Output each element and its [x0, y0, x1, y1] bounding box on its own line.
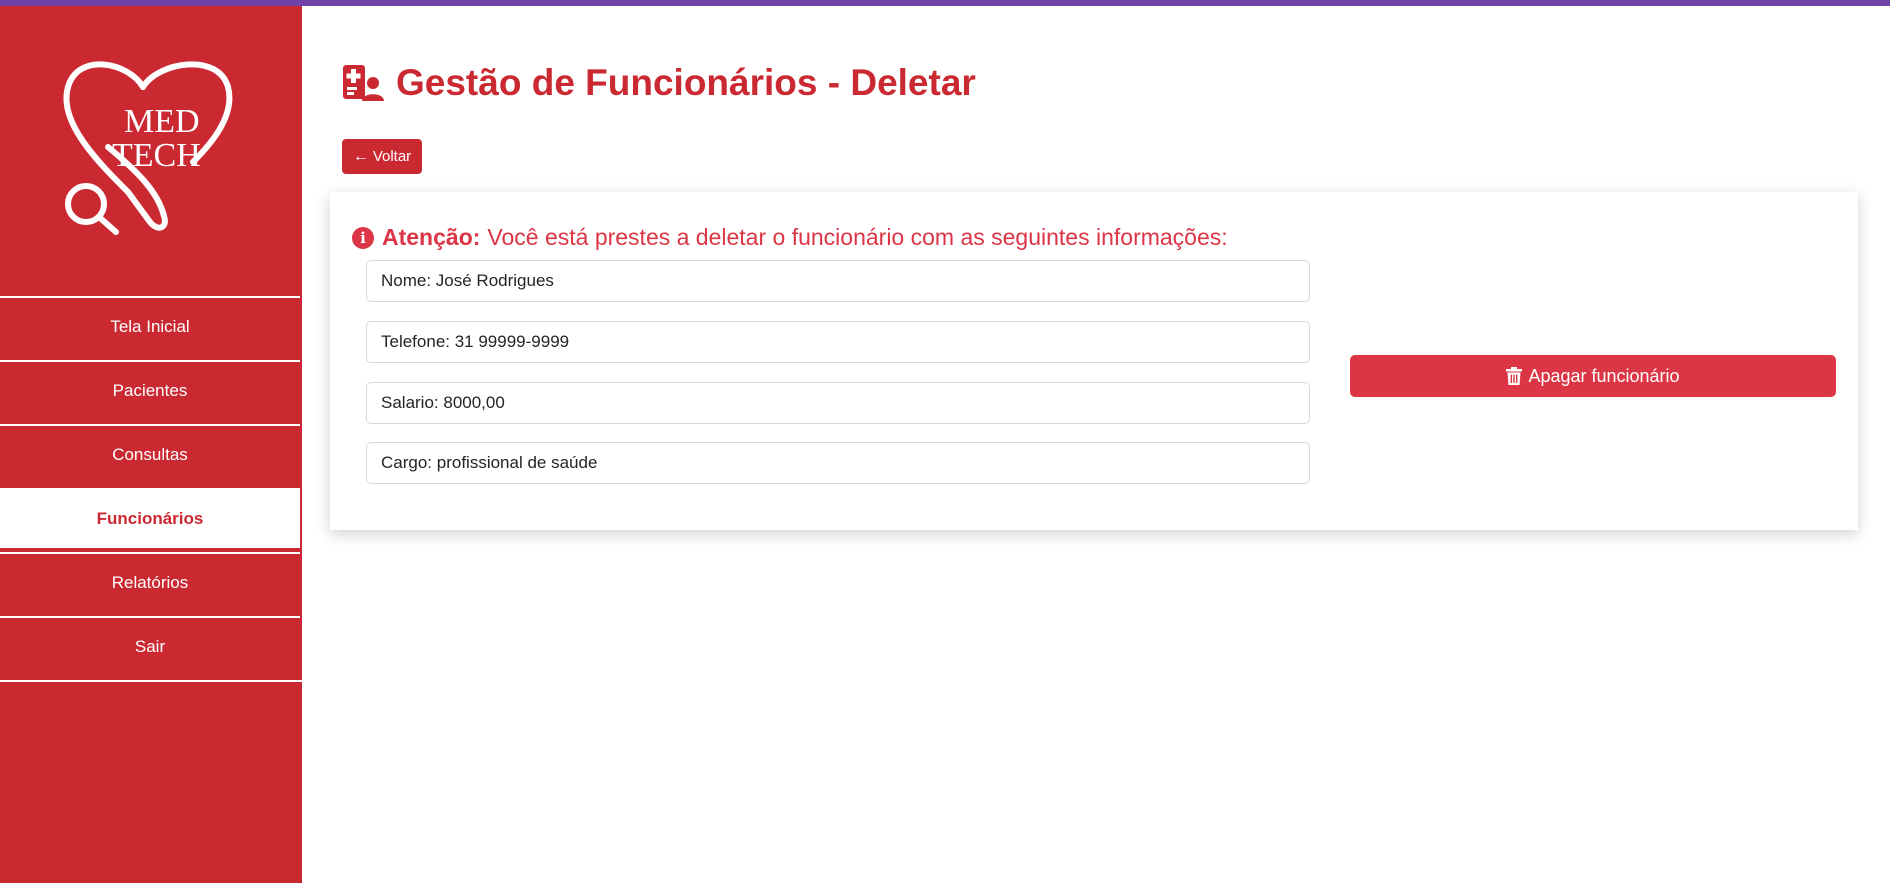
warning-text: Você está prestes a deletar o funcionári… — [487, 224, 1228, 250]
nav-divider — [0, 680, 302, 682]
sidebar-nav: Tela Inicial Pacientes Consultas Funcion… — [0, 296, 302, 682]
employee-phone-value: Telefone: 31 99999-9999 — [381, 332, 570, 351]
back-button[interactable]: ← Voltar — [342, 139, 422, 174]
sidebar-item-pacientes[interactable]: Pacientes — [0, 360, 300, 420]
logo-text-tech: TECH — [112, 137, 201, 174]
warning-strong: Atenção: — [382, 224, 481, 250]
main-content: Gestão de Funcionários - Deletar ← Volta… — [302, 6, 1890, 883]
page-title-text: Gestão de Funcionários - Deletar — [396, 62, 976, 103]
medtech-logo-icon: MED TECH — [63, 61, 233, 235]
sidebar-item-sair[interactable]: Sair — [0, 616, 300, 676]
sidebar-item-tela-inicial[interactable]: Tela Inicial — [0, 296, 300, 356]
delete-confirmation-card: i Atenção: Você está prestes a deletar o… — [330, 192, 1858, 530]
sidebar-item-consultas[interactable]: Consultas — [0, 424, 300, 484]
delete-button-label: Apagar funcionário — [1528, 365, 1680, 386]
logo-text-med: MED — [124, 103, 200, 140]
employee-name-field: Nome: José Rodrigues — [366, 260, 1310, 302]
back-button-label: Voltar — [372, 148, 412, 165]
employee-name-value: Nome: José Rodrigues — [381, 271, 554, 290]
employee-role-field: Cargo: profissional de saúde — [366, 442, 1310, 484]
sidebar-item-relatorios[interactable]: Relatórios — [0, 552, 300, 612]
page-title: Gestão de Funcionários - Deletar — [342, 62, 976, 104]
sidebar-item-label: Funcionários — [96, 509, 204, 528]
employee-role-value: Cargo: profissional de saúde — [381, 453, 598, 472]
sidebar-item-label: Pacientes — [112, 381, 188, 400]
employee-phone-field: Telefone: 31 99999-9999 — [366, 321, 1310, 363]
employee-salary-value: Salario: 8000,00 — [381, 393, 505, 412]
sidebar-item-label: Sair — [134, 637, 166, 656]
sidebar-item-label: Consultas — [112, 445, 188, 464]
trash-icon — [1506, 367, 1523, 385]
sidebar-item-label: Tela Inicial — [110, 317, 190, 336]
arrow-left-icon: ← — [352, 147, 369, 165]
logo: MED TECH — [0, 6, 302, 294]
info-circle-icon: i — [352, 226, 374, 249]
sidebar-item-label: Relatórios — [111, 573, 189, 592]
sidebar: MED TECH Tela Inicial Pacientes Consulta… — [0, 6, 302, 883]
staff-id-icon — [343, 65, 384, 101]
employee-salary-field: Salario: 8000,00 — [366, 382, 1310, 424]
delete-employee-button[interactable]: Apagar funcionário — [1350, 355, 1836, 397]
warning-message: i Atenção: Você está prestes a deletar o… — [352, 224, 1228, 251]
sidebar-item-funcionarios[interactable]: Funcionários — [0, 488, 300, 548]
